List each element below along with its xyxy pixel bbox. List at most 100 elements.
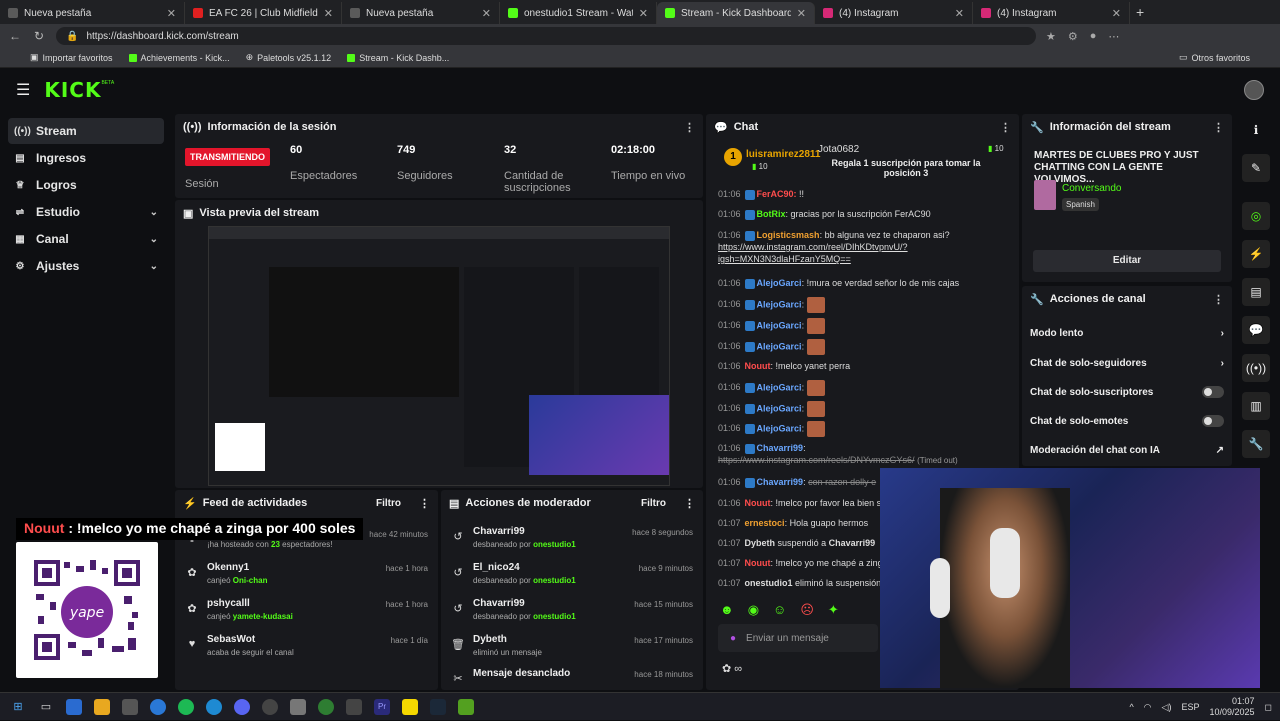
emote-icon[interactable]: ✦ — [828, 602, 839, 618]
address-bar: ← ↻ 🔒 https://dashboard.kick.com/stream ★… — [0, 24, 1280, 48]
profile-icon[interactable]: ● — [1090, 30, 1097, 43]
edge-icon[interactable] — [206, 698, 222, 715]
chat-settings-icon[interactable]: ✿ ∞ — [722, 662, 742, 675]
bookmark-import[interactable]: ▣ Importar favoritos — [30, 52, 113, 63]
sidebar-item-ajustes[interactable]: ⚙ Ajustes ⌄ — [8, 253, 164, 279]
ai-moderation-row[interactable]: Moderación del chat con IA ↗ — [1030, 440, 1224, 460]
bookmarks-bar: ▣ Importar favoritos Achievements - Kick.… — [0, 48, 1280, 68]
emote-icon[interactable]: ☹ — [800, 602, 814, 618]
notification-icon[interactable]: ◻ — [1265, 702, 1272, 713]
sidebar-item-stream[interactable]: ((•)) Stream — [8, 118, 164, 144]
clock[interactable]: 01:07 10/09/2025 — [1209, 696, 1254, 718]
tab-instagram-2[interactable]: (4) Instagram ✕ — [973, 2, 1130, 24]
category-link[interactable]: Conversando — [1062, 183, 1121, 194]
url-field[interactable]: 🔒 https://dashboard.kick.com/stream — [56, 27, 1036, 45]
stat-subs: 32 Cantidad de suscripciones — [504, 144, 571, 194]
filter-button[interactable]: Filtro — [641, 498, 666, 509]
emote-icon[interactable]: ☺ — [773, 602, 786, 618]
bolt-icon: ⚡ — [183, 497, 197, 510]
broadcast-icon[interactable]: ((•)) — [1242, 354, 1270, 382]
camera-icon[interactable]: ◎ — [1242, 202, 1270, 230]
info-icon[interactable]: ℹ — [1242, 116, 1270, 144]
close-icon[interactable]: ✕ — [324, 7, 333, 20]
obs-icon[interactable] — [262, 698, 278, 715]
tab-instagram-1[interactable]: (4) Instagram ✕ — [815, 2, 973, 24]
kick-logo[interactable]: KICK — [44, 78, 101, 102]
slow-mode-row[interactable]: Modo lento › — [1030, 323, 1224, 343]
bookmark-stream[interactable]: Stream - Kick Dashb... — [347, 53, 449, 63]
sidebar-item-canal[interactable]: ▦ Canal ⌄ — [8, 226, 164, 252]
filter-button[interactable]: Filtro — [376, 498, 401, 509]
emote-bar: ☻ ◉ ☺ ☹ ✦ — [720, 602, 839, 618]
sidebar-item-logros[interactable]: ♕ Logros — [8, 172, 164, 198]
chevron-up-icon[interactable]: ^ — [1129, 702, 1133, 712]
more-icon[interactable]: ⋮ — [684, 121, 695, 134]
wrench-icon: 🔧 — [1030, 293, 1044, 306]
bookmark-achievements[interactable]: Achievements - Kick... — [128, 53, 230, 63]
followers-only-row[interactable]: Chat de solo-seguidores › — [1030, 353, 1224, 373]
document-icon[interactable]: ▤ — [1242, 278, 1270, 306]
gift-sub-prompt[interactable]: Regala 1 suscripción para tomar la posic… — [826, 158, 986, 178]
app-icon[interactable] — [458, 698, 474, 715]
close-icon[interactable]: ✕ — [167, 7, 176, 20]
close-icon[interactable]: ✕ — [955, 7, 964, 20]
other-favorites[interactable]: ▭ Otros favoritos — [1179, 52, 1250, 63]
wifi-icon[interactable]: ◠ — [1144, 702, 1152, 713]
more-icon[interactable]: ⋮ — [1000, 121, 1011, 134]
close-icon[interactable]: ✕ — [797, 7, 806, 20]
app-icon[interactable] — [290, 698, 306, 715]
more-icon[interactable]: ⋮ — [1213, 121, 1224, 134]
windows-start-icon[interactable]: ⊞ — [10, 699, 26, 715]
task-view-icon[interactable]: ▭ — [38, 699, 54, 715]
app-icon[interactable] — [150, 698, 166, 715]
stream-preview-video[interactable] — [208, 226, 670, 486]
wrench-icon[interactable]: 🔧 — [1242, 430, 1270, 458]
emote-icon[interactable]: ☻ — [720, 602, 734, 618]
menu-icon[interactable]: ⋯ — [1108, 30, 1119, 43]
back-icon[interactable]: ← — [8, 29, 22, 43]
bookmark-paletools[interactable]: ⊕ Paletools v25.1.12 — [246, 52, 332, 63]
layout-icon[interactable]: ▥ — [1242, 392, 1270, 420]
language-indicator[interactable]: ESP — [1181, 702, 1199, 712]
subscribers-only-row: Chat de solo-suscriptores — [1030, 382, 1224, 402]
tab-onestudio1[interactable]: onestudio1 Stream - Watch Live✕ — [500, 2, 657, 24]
more-icon[interactable]: ⋮ — [419, 497, 430, 510]
volume-icon[interactable]: ◁) — [1162, 702, 1172, 713]
file-explorer-icon[interactable] — [94, 698, 110, 715]
more-icon[interactable]: ⋮ — [684, 497, 695, 510]
app-icon[interactable] — [402, 698, 418, 715]
sidebar-item-ingresos[interactable]: ▤ Ingresos — [8, 145, 164, 171]
extensions-icon[interactable]: ⚙ — [1068, 30, 1078, 43]
close-icon[interactable]: ✕ — [482, 7, 491, 20]
discord-icon[interactable] — [234, 698, 250, 715]
avatar[interactable] — [1244, 80, 1264, 100]
xbox-icon[interactable] — [318, 698, 334, 715]
subscribers-only-toggle[interactable] — [1202, 386, 1224, 398]
tab-ea-fc[interactable]: EA FC 26 | Club Midfield Archety✕ — [185, 2, 342, 24]
tab-nueva-pestana-1[interactable]: Nueva pestaña ✕ — [0, 2, 185, 24]
new-tab-icon[interactable]: + — [1130, 4, 1150, 20]
reload-icon[interactable]: ↻ — [32, 29, 46, 43]
chat-icon[interactable]: 💬 — [1242, 316, 1270, 344]
tab-kick-dashboard[interactable]: Stream - Kick Dashboard ✕ — [657, 2, 815, 24]
emote-icon[interactable]: ◉ — [748, 602, 759, 618]
app-icon[interactable] — [346, 698, 362, 715]
tab-nueva-pestana-2[interactable]: Nueva pestaña ✕ — [342, 2, 500, 24]
close-icon[interactable]: ✕ — [1112, 7, 1121, 20]
copilot-icon[interactable] — [66, 698, 82, 715]
microphone-icon[interactable]: ● — [730, 633, 736, 644]
premiere-icon[interactable]: Pr — [374, 698, 390, 715]
bolt-icon[interactable]: ⚡ — [1242, 240, 1270, 268]
sidebar-item-estudio[interactable]: ⇌ Estudio ⌄ — [8, 199, 164, 225]
hamburger-icon[interactable]: ☰ — [16, 80, 30, 100]
star-icon[interactable]: ★ — [1046, 30, 1056, 43]
spotify-icon[interactable] — [178, 698, 194, 715]
edit-icon[interactable]: ✎ — [1242, 154, 1270, 182]
store-icon[interactable] — [122, 698, 138, 715]
steam-icon[interactable] — [430, 698, 446, 715]
close-icon[interactable]: ✕ — [639, 7, 648, 20]
edit-button[interactable]: Editar — [1033, 250, 1221, 272]
chat-input[interactable]: ● Enviar un mensaje — [718, 624, 878, 652]
emotes-only-toggle[interactable] — [1202, 415, 1224, 427]
more-icon[interactable]: ⋮ — [1213, 293, 1224, 306]
